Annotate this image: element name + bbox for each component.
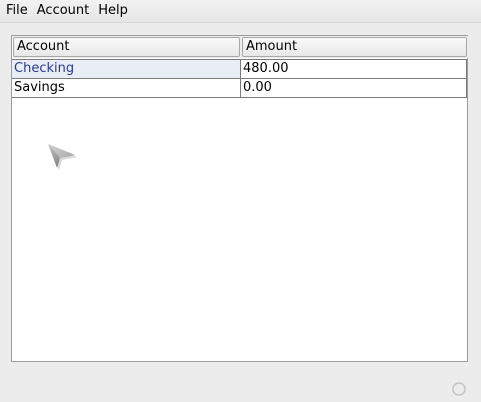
amount-cell[interactable]: 480.00 xyxy=(241,60,467,78)
menu-account[interactable]: Account xyxy=(32,0,94,22)
mouse-pointer-icon xyxy=(48,144,77,170)
column-header-account[interactable]: Account xyxy=(13,37,240,57)
column-header-amount[interactable]: Amount xyxy=(242,37,467,57)
account-cell[interactable]: Savings xyxy=(12,79,241,97)
menu-help[interactable]: Help xyxy=(93,0,132,22)
table-header: Account Amount xyxy=(13,36,468,58)
menu-file[interactable]: File xyxy=(0,0,32,22)
table-row[interactable]: Savings 0.00 xyxy=(12,79,467,98)
table-row[interactable]: Checking 480.00 xyxy=(12,59,467,79)
amount-cell[interactable]: 0.00 xyxy=(241,79,467,97)
table-body: Checking 480.00 Savings 0.00 xyxy=(12,59,467,98)
menu-bar: File Account Help xyxy=(0,0,481,23)
account-cell[interactable]: Checking xyxy=(12,60,241,78)
busy-indicator-icon xyxy=(452,382,466,396)
accounts-table[interactable]: Account Amount Checking 480.00 Savings 0… xyxy=(11,35,468,362)
